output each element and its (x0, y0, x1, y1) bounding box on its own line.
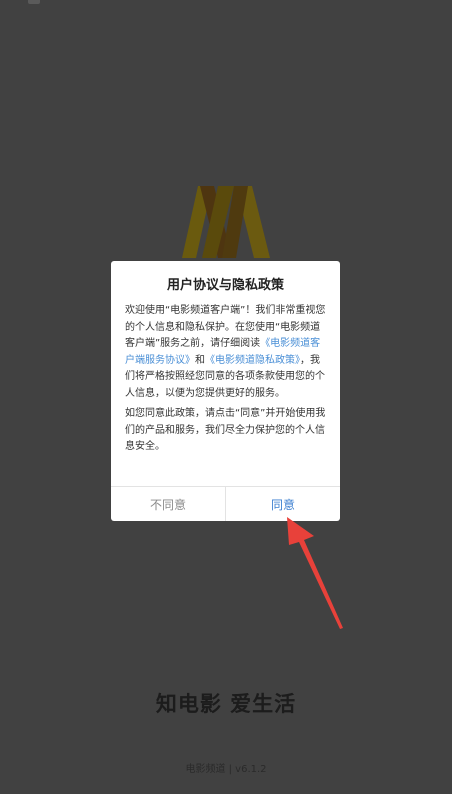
agree-button[interactable]: 同意 (226, 487, 340, 521)
dialog-paragraph-1: 欢迎使用“电影频道客户端”！我们非常重视您的个人信息和隐私保护。在您使用“电影频… (125, 303, 326, 402)
paragraph-text: 和 (195, 354, 205, 366)
version-label: 电影频道 | v6.1.2 (185, 764, 267, 775)
slogan: 知电影 爱生活 (155, 692, 297, 716)
dialog-paragraph-2: 如您同意此政策，请点击“同意”并开始使用我们的产品和服务，我们尽全力保护您的个人… (125, 408, 326, 452)
app-logo (182, 186, 270, 258)
dialog-button-row: 不同意 同意 (111, 486, 340, 521)
privacy-dialog: 用户协议与隐私政策 欢迎使用“电影频道客户端”！我们非常重视您的个人信息和隐私保… (111, 261, 340, 521)
disagree-button[interactable]: 不同意 (111, 487, 226, 521)
privacy-policy-link[interactable]: 《电影频道隐私政策》 (205, 355, 300, 366)
status-icon (28, 0, 40, 4)
status-bar (0, 0, 452, 8)
dialog-body: 欢迎使用“电影频道客户端”！我们非常重视您的个人信息和隐私保护。在您使用“电影频… (125, 303, 326, 456)
dialog-title: 用户协议与隐私政策 (166, 278, 284, 293)
